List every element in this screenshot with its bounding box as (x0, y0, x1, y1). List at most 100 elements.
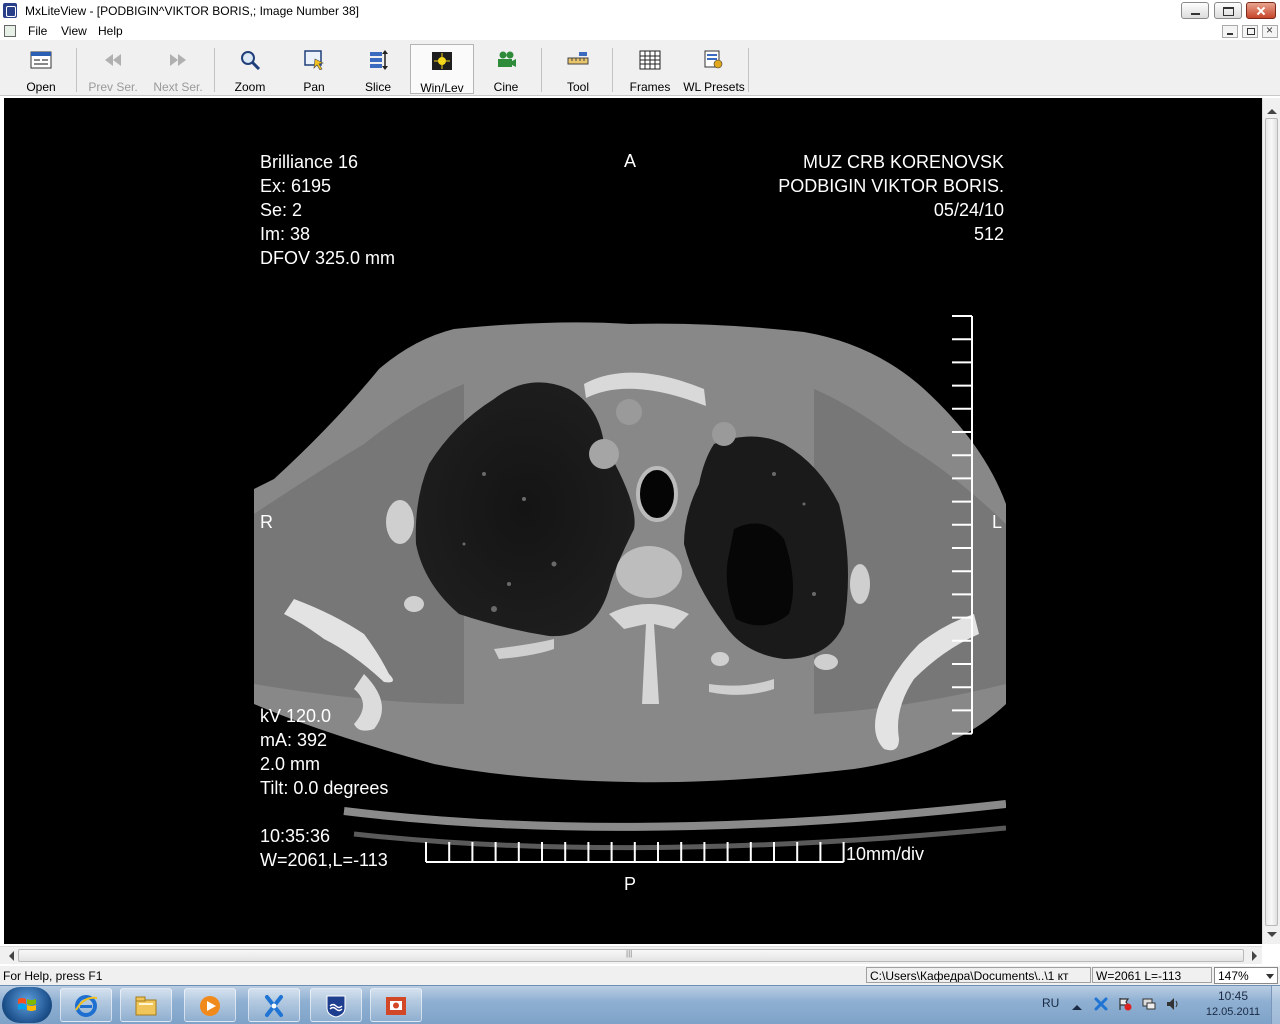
prev-series-label: Prev Ser. (88, 80, 138, 94)
tool-icon (567, 52, 589, 65)
image-viewport[interactable]: Brilliance 16 Ex: 6195 Se: 2 Im: 38 DFOV… (4, 98, 1262, 944)
frames-label: Frames (629, 80, 671, 94)
slice-button[interactable]: Slice (350, 44, 406, 94)
tray-show-hidden-icon[interactable] (1072, 1000, 1082, 1010)
scroll-grip-icon: ||| (626, 949, 633, 958)
overlay-line: Se: 2 (260, 200, 303, 220)
menu-view[interactable]: View (59, 24, 89, 38)
prev-series-icon (105, 54, 121, 66)
document-icon[interactable] (4, 25, 16, 37)
open-icon (30, 51, 52, 69)
maximize-button[interactable] (1214, 2, 1242, 19)
overlay-line: 2.0 mm (260, 754, 321, 774)
slice-icon (370, 50, 388, 70)
zoom-icon (241, 51, 261, 70)
close-button[interactable] (1246, 2, 1276, 19)
folder-icon (135, 996, 157, 1016)
vertical-scrollbar[interactable] (1262, 98, 1280, 944)
volume-icon[interactable] (1166, 997, 1180, 1011)
orientation-marker-left: L (992, 512, 1003, 532)
overlay-line: 05/24/10 (933, 200, 1004, 220)
action-center-flag-icon[interactable] (1118, 997, 1132, 1011)
window-level-label: Win/Lev (420, 81, 464, 95)
overlay-bottom-left: kV 120.0 mA: 392 2.0 mm Tilt: 0.0 degree… (260, 704, 388, 872)
overlay-line (260, 800, 388, 824)
network-icon[interactable] (1142, 997, 1156, 1011)
ct-image-frame[interactable]: Brilliance 16 Ex: 6195 Se: 2 Im: 38 DFOV… (254, 144, 1006, 897)
taskbar: RU 10:45 12.05.2011 (0, 985, 1280, 1024)
media-player-icon (200, 996, 220, 1016)
title-bar: MxLiteView - [PODBIGIN^VIKTOR BORIS,; Im… (0, 0, 1280, 22)
slice-label: Slice (364, 80, 391, 94)
tool-label: Tool (566, 80, 589, 94)
status-file-path: C:\Users\Кафедра\Documents\..\1 кт (866, 967, 1091, 983)
taskbar-philips-viewer[interactable] (310, 988, 362, 1022)
vertical-scroll-thumb[interactable] (1265, 118, 1278, 926)
wl-presets-button[interactable]: WL Presets (682, 44, 746, 94)
taskbar-internet-explorer[interactable] (60, 988, 112, 1022)
pan-button[interactable]: Pan (286, 44, 342, 94)
scroll-right-arrow-icon[interactable] (1246, 949, 1260, 962)
taskbar-file-explorer[interactable] (120, 988, 172, 1022)
frames-icon (639, 50, 661, 70)
next-series-button[interactable]: Next Ser. (148, 44, 208, 94)
scroll-up-arrow-icon[interactable] (1265, 100, 1278, 114)
start-button[interactable] (2, 987, 52, 1023)
wl-presets-label: WL Presets (683, 80, 745, 94)
cine-label: Cine (493, 80, 519, 94)
scroll-down-arrow-icon[interactable] (1265, 928, 1278, 942)
overlay-line: Im: 38 (260, 224, 311, 244)
overlay-line: kV 120.0 (260, 706, 332, 726)
taskbar-mxliteview[interactable] (248, 988, 300, 1022)
mdi-minimize-button[interactable] (1222, 25, 1238, 38)
menu-file[interactable]: File (26, 24, 49, 38)
tray-app-icon[interactable] (1094, 997, 1108, 1011)
zoom-button[interactable]: Zoom (220, 44, 280, 94)
taskbar-media-player[interactable] (184, 988, 236, 1022)
orientation-marker-posterior: P (624, 874, 637, 894)
taskbar-powerpoint[interactable] (370, 988, 422, 1022)
internet-explorer-icon (75, 995, 98, 1017)
status-help-text: For Help, press F1 (3, 969, 103, 983)
toolbar-separator (76, 48, 77, 92)
tool-button[interactable]: Tool (550, 44, 606, 94)
powerpoint-icon (386, 997, 406, 1015)
minimize-button[interactable] (1181, 2, 1209, 19)
show-desktop-button[interactable] (1271, 986, 1280, 1024)
app-icon[interactable] (3, 3, 17, 18)
scroll-left-arrow-icon[interactable] (2, 949, 16, 962)
overlay-line: DFOV 325.0 mm (260, 248, 396, 268)
menu-bar: File View Help (0, 22, 1280, 40)
mdi-close-button[interactable] (1262, 23, 1278, 38)
overlay-line: Brilliance 16 (260, 152, 359, 172)
tray-language[interactable]: RU (1042, 996, 1059, 1010)
clock-time[interactable]: 10:45 (1200, 989, 1266, 1003)
status-window-level: W=2061 L=-113 (1092, 967, 1212, 983)
horizontal-scrollbar[interactable]: ||| (0, 946, 1262, 964)
prev-series-button[interactable]: Prev Ser. (84, 44, 142, 94)
windows-logo-icon (18, 998, 36, 1011)
toolbar-separator (748, 48, 749, 92)
cine-button[interactable]: Cine (478, 44, 534, 94)
clock-date[interactable]: 12.05.2011 (1196, 1006, 1270, 1018)
pan-label: Pan (303, 80, 325, 94)
zoom-select[interactable]: 147% (1214, 967, 1278, 984)
overlay-line: 512 (973, 224, 1004, 244)
overlay-top-right: MUZ CRB KORENOVSK PODBIGIN VIKTOR BORIS.… (778, 150, 1004, 246)
open-button[interactable]: Open (12, 44, 70, 94)
status-bar: For Help, press F1 C:\Users\Кафедра\Docu… (0, 966, 1280, 985)
wl-presets-icon (704, 50, 723, 69)
window-level-button[interactable]: Win/Lev (410, 44, 474, 95)
toolbar-separator (612, 48, 613, 92)
overlay-line: Tilt: 0.0 degrees (260, 778, 389, 798)
overlay-top-left: Brilliance 16 Ex: 6195 Se: 2 Im: 38 DFOV… (260, 150, 395, 270)
mdi-restore-button[interactable] (1242, 25, 1258, 38)
overlay-line: W=2061,L=-113 (260, 850, 388, 870)
open-label: Open (26, 80, 56, 94)
orientation-marker-right: R (260, 512, 273, 532)
toolbar: Open Prev Ser. Next Ser. Zoom Pan Slice … (0, 40, 1280, 96)
window-level-icon (432, 52, 452, 70)
tools-icon (265, 995, 283, 1017)
menu-help[interactable]: Help (96, 24, 125, 38)
frames-button[interactable]: Frames (620, 44, 680, 94)
